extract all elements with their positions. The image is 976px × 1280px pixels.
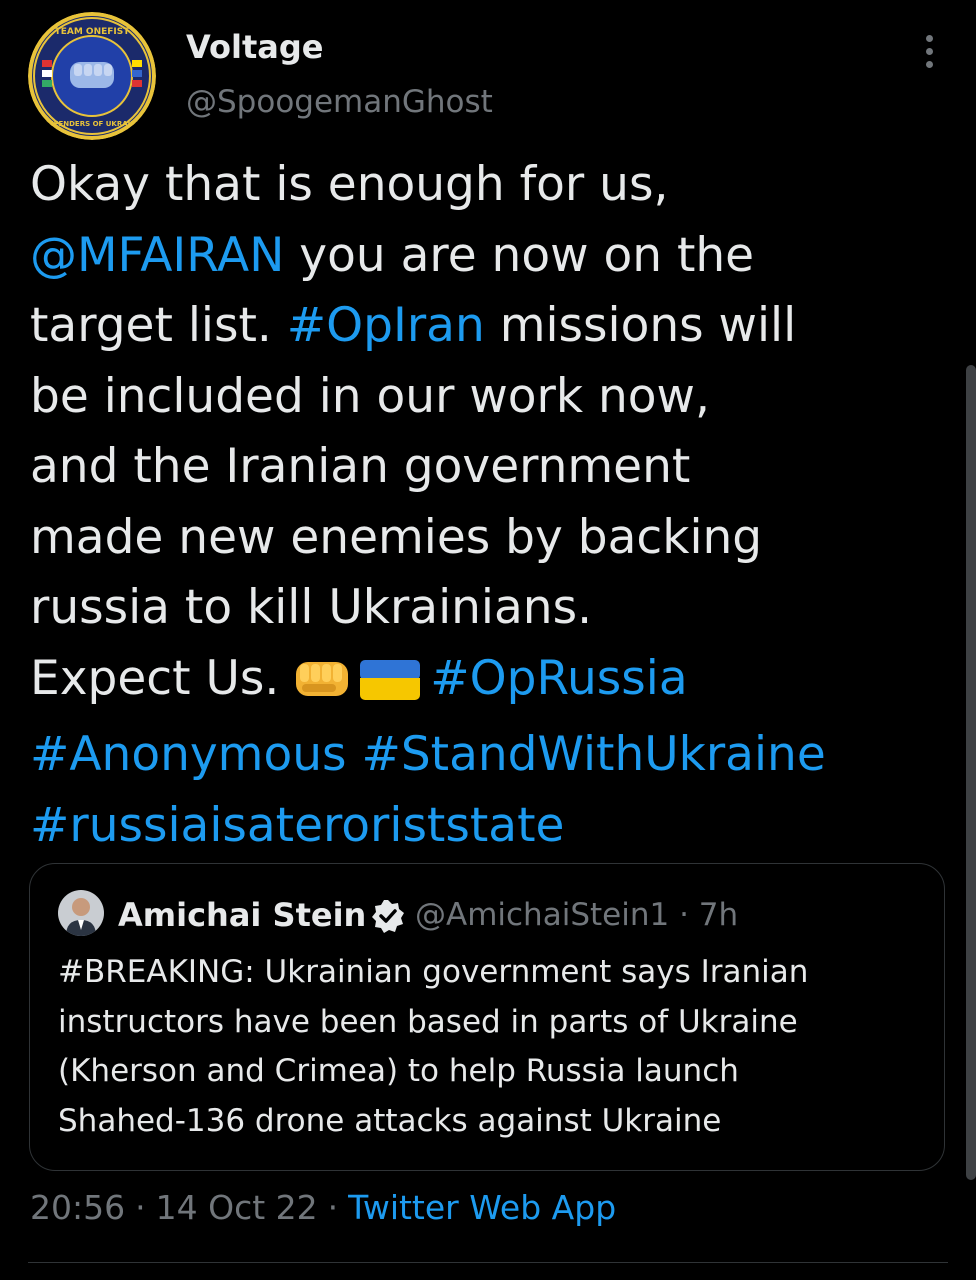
quoted-tweet-line: instructors have been based in parts of … <box>58 1003 798 1040</box>
svg-text:TEAM ONEFIST: TEAM ONEFIST <box>55 27 131 37</box>
quoted-tweet-line: Shahed-136 drone attacks against Ukraine <box>58 1102 722 1139</box>
footer-separator: · <box>327 1188 339 1227</box>
tweet-text: Okay that is enough for us, @MFAIRAN you… <box>30 150 950 861</box>
quoted-tweet-time: 7h <box>698 897 739 933</box>
tweet-line: Expect Us. #OpRussia <box>30 644 950 721</box>
tweet-line: Okay that is enough for us, <box>30 157 669 212</box>
tweet-line: #russiaisateroriststate <box>30 791 950 862</box>
hashtag-link[interactable]: #OpRussia <box>430 651 687 706</box>
tweet-text-fragment: you are now on the <box>284 227 755 283</box>
footer-separator: · <box>135 1188 146 1227</box>
more-options-button[interactable] <box>908 26 950 76</box>
verified-badge-icon <box>372 900 404 933</box>
more-dot-icon <box>925 34 933 42</box>
tweet-text-fragment: target list. <box>30 298 287 353</box>
mention-link[interactable]: @MFAIRAN <box>30 228 284 283</box>
divider <box>28 1262 948 1263</box>
ukraine-flag-icon <box>360 650 421 721</box>
tweet-time[interactable]: 20:56 <box>30 1188 125 1227</box>
tweet-line: made new enemies by backing <box>30 509 763 565</box>
hashtag-link[interactable]: #Anonymous <box>30 727 347 782</box>
quoted-author-handle: @AmichaiStein1 <box>415 897 670 933</box>
hashtag-link[interactable]: #StandWithUkraine <box>361 727 825 782</box>
quoted-author-name: Amichai Stein <box>118 896 367 934</box>
hashtag-link[interactable]: #OpIran <box>287 298 485 353</box>
author-name[interactable]: Voltage <box>186 28 323 66</box>
team-onefist-logo-icon: TEAM ONEFIST DEFENDERS OF UKRAINE <box>28 12 156 140</box>
tweet-line: target list. #OpIran missions will <box>30 291 950 362</box>
more-dot-icon <box>925 47 933 55</box>
quoted-tweet-card[interactable]: Amichai Stein @AmichaiStein1 · 7h #BREAK… <box>29 863 945 1171</box>
svg-text:DEFENDERS OF UKRAINE: DEFENDERS OF UKRAINE <box>43 120 141 128</box>
quoted-author-avatar <box>58 890 104 936</box>
tweet-line: russia to kill Ukrainians. <box>30 580 593 635</box>
tweet-line: be included in our work now, <box>30 368 710 424</box>
person-avatar-icon <box>58 890 104 936</box>
tweet-line: #Anonymous #StandWithUkraine <box>30 720 950 791</box>
tweet-source-link[interactable]: Twitter Web App <box>348 1188 616 1227</box>
tweet-line: and the Iranian government <box>30 439 691 494</box>
hashtag-link[interactable]: #russiaisateroriststate <box>30 798 564 853</box>
meta-separator: · <box>679 897 689 933</box>
more-dot-icon <box>925 60 933 68</box>
author-handle[interactable]: @SpoogemanGhost <box>186 84 493 120</box>
author-avatar[interactable]: TEAM ONEFIST DEFENDERS OF UKRAINE <box>28 12 156 140</box>
quoted-tweet-meta: @AmichaiStein1 · 7h <box>415 897 738 933</box>
quoted-tweet-text: #BREAKING: Ukrainian government says Ira… <box>58 948 928 1146</box>
quoted-tweet-line: #BREAKING: Ukrainian government says Ira… <box>58 954 809 990</box>
fist-emoji-icon <box>294 650 350 721</box>
tweet: TEAM ONEFIST DEFENDERS OF UKRAINE Voltag… <box>0 0 976 1280</box>
quoted-tweet-line: (Kherson and Crimea) to help Russia laun… <box>58 1053 739 1089</box>
tweet-text-fragment: Expect Us. <box>30 650 295 706</box>
tweet-text-fragment: missions will <box>484 298 797 353</box>
tweet-line: @MFAIRAN you are now on the <box>30 221 950 292</box>
tweet-footer: 20:56 · 14 Oct 22 · Twitter Web App <box>30 1188 616 1227</box>
tweet-date[interactable]: 14 Oct 22 <box>156 1188 318 1227</box>
scrollbar[interactable] <box>966 365 976 1180</box>
